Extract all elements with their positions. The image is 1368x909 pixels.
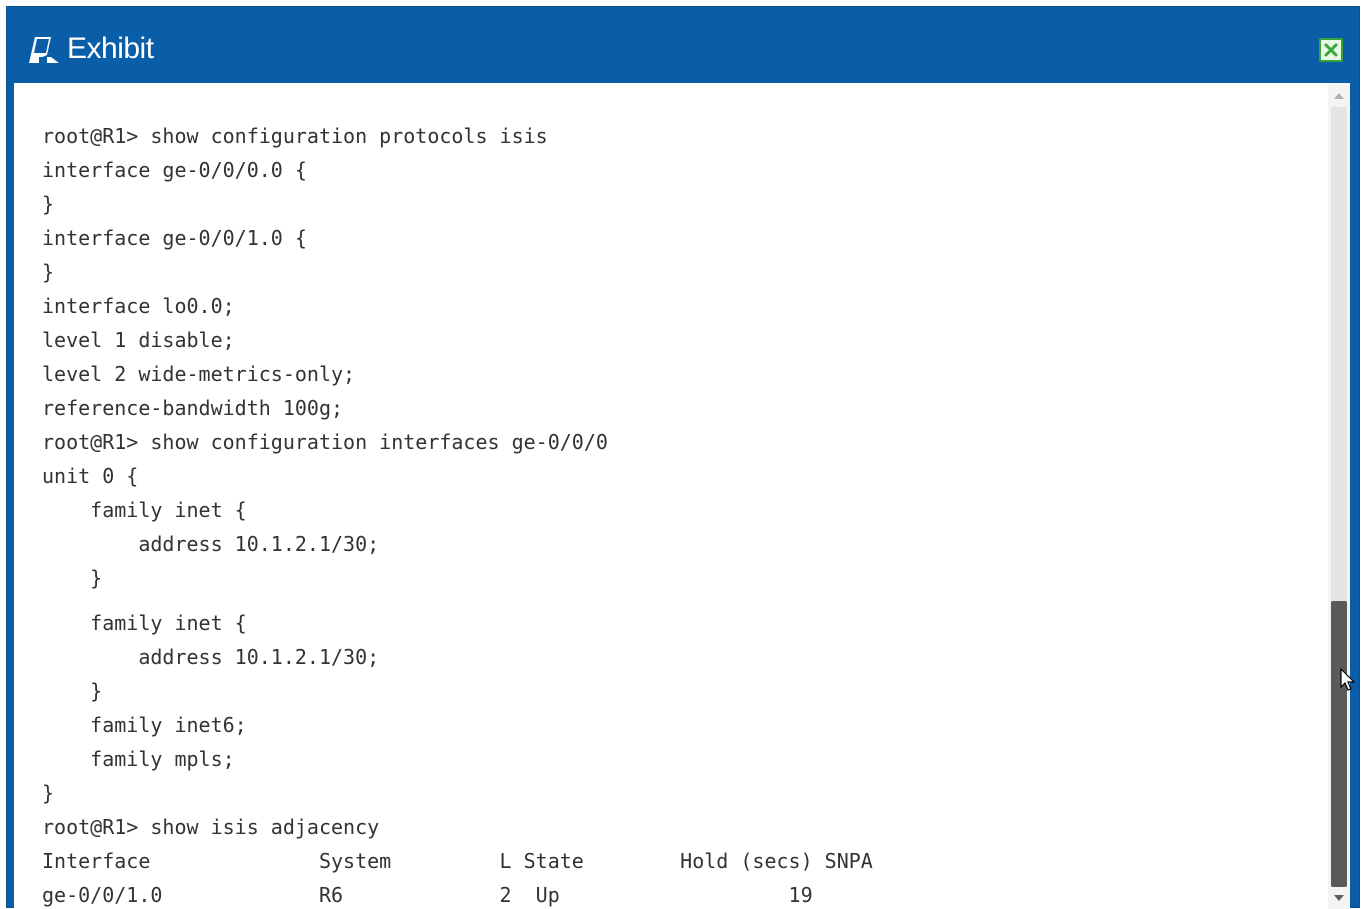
- terminal-line: interface lo0.0;: [42, 294, 235, 318]
- terminal-line: family inet6;: [42, 713, 247, 737]
- terminal-line: family inet {: [42, 611, 247, 635]
- terminal-line: Interface System L State Hold (secs) SNP…: [42, 849, 873, 873]
- terminal-line: root@R1> show configuration interfaces g…: [42, 430, 608, 454]
- terminal-line: }: [42, 566, 103, 590]
- terminal-line: family mpls;: [42, 747, 235, 771]
- terminal-line: }: [42, 781, 55, 805]
- scroll-up-arrow-icon[interactable]: [1334, 93, 1344, 99]
- terminal-line: address 10.1.2.1/30;: [42, 645, 380, 669]
- terminal-line: }: [42, 260, 55, 284]
- terminal-line: }: [42, 192, 55, 216]
- mouse-cursor-icon: [1340, 668, 1356, 691]
- terminal-line: level 2 wide-metrics-only;: [42, 362, 356, 386]
- exhibit-content: root@R1> show configuration protocols is…: [14, 83, 1350, 909]
- terminal-line: address 10.1.2.1/30;: [42, 532, 380, 556]
- terminal-line: interface ge-0/0/1.0 {: [42, 226, 307, 250]
- title-bar: Exhibit: [7, 7, 1359, 83]
- window-title: Exhibit: [67, 32, 154, 65]
- terminal-line: root@R1> show configuration protocols is…: [42, 124, 548, 148]
- terminal-line: }: [42, 679, 103, 703]
- scroll-down-arrow-icon[interactable]: [1334, 895, 1344, 901]
- scroll-track[interactable]: [1331, 107, 1347, 887]
- terminal-line: interface ge-0/0/0.0 {: [42, 158, 307, 182]
- terminal-line: ge-0/0/1.0 R6 2 Up 19: [42, 883, 813, 907]
- terminal-line: root@R1> show isis adjacency: [42, 815, 380, 839]
- terminal-line: reference-bandwidth 100g;: [42, 396, 344, 420]
- terminal-line: level 1 disable;: [42, 328, 235, 352]
- close-button[interactable]: [1319, 38, 1343, 62]
- terminal-line: unit 0 {: [42, 464, 139, 488]
- terminal-line: family inet {: [42, 498, 247, 522]
- close-icon: [1324, 43, 1338, 57]
- exhibit-window: Exhibit root@R1> show configuration prot…: [6, 6, 1360, 909]
- vertical-scrollbar[interactable]: [1328, 83, 1350, 909]
- exhibit-icon: [27, 33, 61, 65]
- scroll-thumb[interactable]: [1331, 601, 1347, 887]
